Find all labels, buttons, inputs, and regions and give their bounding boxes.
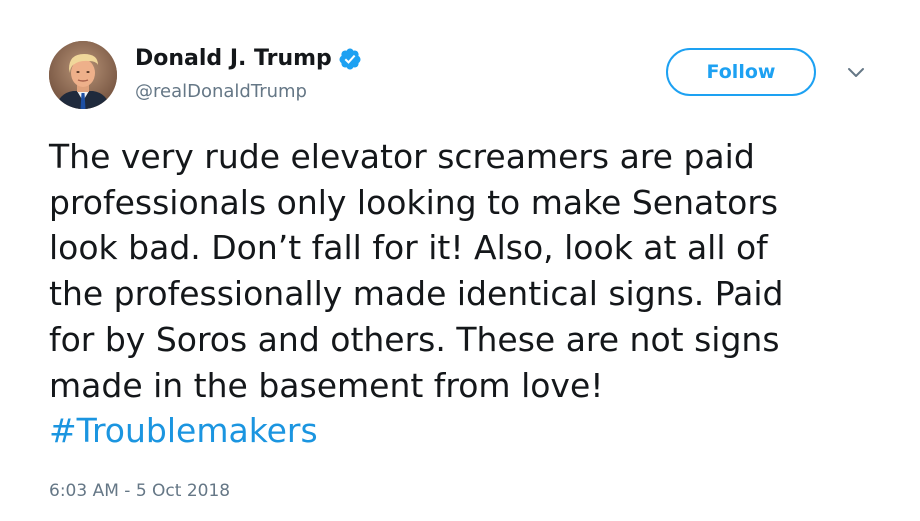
tweet-text: The very rude elevator screamers are pai…	[49, 134, 889, 454]
follow-button[interactable]: Follow	[666, 48, 816, 96]
tweet-text-line: The very rude elevator screamers are pai…	[49, 137, 755, 176]
tweet-text-line: professionals only looking to make Senat…	[49, 182, 779, 222]
tweet-text-line: the professionally made identical signs.…	[49, 274, 784, 314]
tweet-text-line: made in the basement from love!	[49, 365, 604, 405]
author-name-row: Donald J. Trump	[135, 44, 362, 74]
tweet-text-line: look bad. Don’t fall for it! Also, look …	[49, 228, 768, 268]
author-display-name[interactable]: Donald J. Trump	[135, 44, 332, 74]
hashtag-link[interactable]: #Troublemakers	[49, 408, 889, 454]
verified-badge-icon	[338, 47, 362, 71]
tweet-text-line: for by Soros and others. These are not s…	[49, 319, 780, 359]
tweet-timestamp[interactable]: 6:03 AM - 5 Oct 2018	[49, 479, 230, 503]
chevron-down-icon[interactable]	[846, 66, 866, 80]
avatar-image	[49, 41, 117, 109]
tweet-card: Donald J. Trump @realDonaldTrump Follow …	[0, 0, 920, 521]
avatar[interactable]	[49, 41, 117, 109]
author-handle[interactable]: @realDonaldTrump	[135, 80, 307, 104]
